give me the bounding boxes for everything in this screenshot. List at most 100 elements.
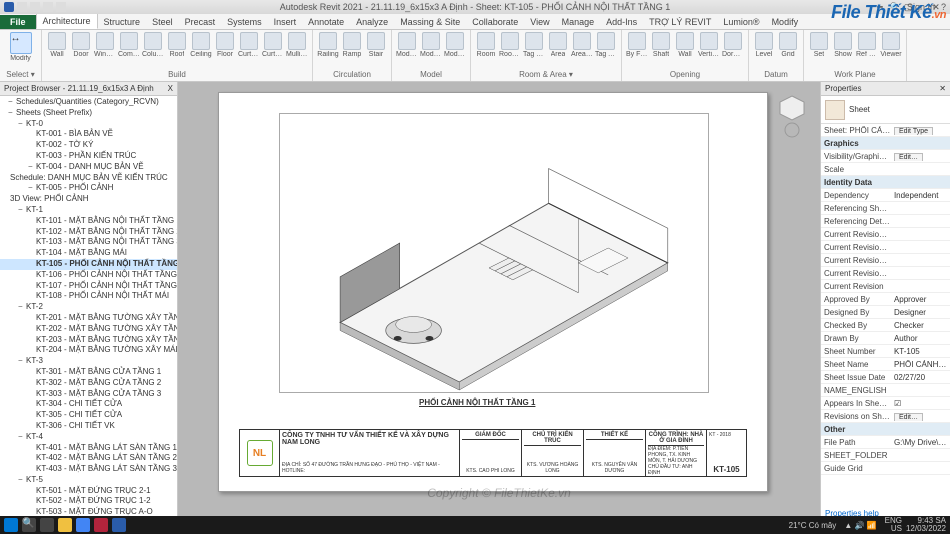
ribbon-level[interactable]: Level [753,32,775,58]
view-cube[interactable] [776,92,808,140]
search-icon[interactable]: 🔍 [22,518,36,532]
prop-row[interactable]: Scale [821,163,950,176]
tree-node[interactable]: KT-108 - PHỐI CẢNH NỘI THẤT MÁI [0,291,177,302]
tab-massing-site[interactable]: Massing & Site [394,15,466,29]
ribbon-curtain-system[interactable]: Curtain System [238,32,260,58]
tree-node[interactable]: −KT-5 [0,475,177,486]
qat-redo-icon[interactable] [56,2,66,12]
ribbon-model-text[interactable]: Model Text [396,32,418,58]
tab-precast[interactable]: Precast [179,15,222,29]
tree-node[interactable]: KT-501 - MẶT ĐỨNG TRỤC 2-1 [0,486,177,497]
app-autocad[interactable] [94,518,108,532]
tree-node[interactable]: −KT-2 [0,302,177,313]
prop-row[interactable]: Current Revision [821,280,950,293]
weather-widget[interactable]: 21°C Có mây [789,521,837,530]
tree-node[interactable]: KT-302 - MẶT BẰNG CỬA TẦNG 2 [0,378,177,389]
start-button[interactable] [4,518,18,532]
tree-node[interactable]: KT-403 - MẶT BẰNG LÁT SÀN TẦNG 3 [0,464,177,475]
close-button[interactable]: ✕ [922,0,950,14]
element-kind[interactable]: Sheet [849,105,870,114]
ribbon-model-group[interactable]: Model Group [444,32,466,58]
edit-button[interactable]: Edit… [894,413,923,421]
prop-row[interactable]: Appears In She…☑ [821,397,950,410]
prop-section-header[interactable]: Graphics [821,137,950,150]
viewport-3d[interactable] [279,113,709,393]
qat-save-icon[interactable] [30,2,40,12]
prop-row[interactable]: Sheet NamePHỐI CẢNH NỘ… [821,358,950,371]
ribbon-window[interactable]: Window [94,32,116,58]
prop-section-header[interactable]: Identity Data [821,176,950,189]
windows-taskbar[interactable]: 🔍 21°C Có mây ▲ 🔊 📶 ENG US 9:43 SA 12/03… [0,516,950,534]
tab-view[interactable]: View [524,15,555,29]
prop-row[interactable]: DependencyIndependent [821,189,950,202]
prop-row[interactable]: Drawn ByAuthor [821,332,950,345]
tab-annotate[interactable]: Annotate [302,15,350,29]
ribbon-area[interactable]: Area [547,32,569,58]
tree-node[interactable]: KT-104 - MẶT BẰNG MÁI [0,248,177,259]
tray-lang[interactable]: ENG US [885,517,902,533]
tree-node[interactable]: −KT-005 - PHỐI CẢNH [0,183,177,194]
tree-node[interactable]: KT-002 - TỜ KÝ [0,140,177,151]
tree-node[interactable]: KT-203 - MẶT BẰNG TƯỜNG XÂY TẦNG 3 [0,335,177,346]
tree-node[interactable]: KT-305 - CHI TIẾT CỬA [0,410,177,421]
project-browser-close[interactable]: X [168,84,173,93]
tree-node[interactable]: −KT-004 - DANH MỤC BẢN VẼ [0,162,177,173]
tree-node[interactable]: −Sheets (Sheet Prefix) [0,108,177,119]
prop-row[interactable]: Current Revisio… [821,228,950,241]
ribbon-railing[interactable]: Railing [317,32,339,58]
ribbon-curtain-grid[interactable]: Curtain Grid [262,32,284,58]
tree-node[interactable]: −KT-1 [0,205,177,216]
tree-node[interactable]: KT-001 - BÌA BẢN VẼ [0,129,177,140]
tree-node[interactable]: −Schedules/Quantities (Category_RCVN) [0,97,177,108]
tab-manage[interactable]: Manage [556,15,601,29]
ribbon-wall[interactable]: Wall [46,32,68,58]
prop-row[interactable]: Guide Grid [821,462,950,475]
tree-node[interactable]: KT-103 - MẶT BẰNG NỘI THẤT TẦNG 3 [0,237,177,248]
tab-tr-l-revit[interactable]: TRỢ LÝ REVIT [643,15,717,29]
edit-type-button[interactable]: Edit Type [894,127,933,135]
prop-row[interactable]: Checked ByChecker [821,319,950,332]
ribbon-shaft[interactable]: Shaft [650,32,672,58]
tree-node[interactable]: KT-402 - MẶT BẰNG LÁT SÀN TẦNG 2 [0,453,177,464]
prop-row[interactable]: NAME_ENGLISH [821,384,950,397]
prop-row[interactable]: Designed ByDesigner [821,306,950,319]
prop-section-header[interactable]: Other [821,423,950,436]
ribbon-component[interactable]: Component [118,32,140,58]
tree-node[interactable]: KT-101 - MẶT BẰNG NỘI THẤT TẦNG 1 [0,216,177,227]
drawing-canvas[interactable]: PHỐI CẢNH NỘI THẤT TẦNG 1 NL CÔNG TY TNH… [178,82,820,520]
app-revit[interactable] [112,518,126,532]
tree-node[interactable]: 3D View: PHỐI CẢNH [0,194,177,205]
tree-node[interactable]: KT-303 - MẶT BẰNG CỬA TẦNG 3 [0,389,177,400]
tree-node[interactable]: KT-107 - PHỐI CẢNH NỘI THẤT TẦNG 3 [0,281,177,292]
ribbon-tag-room[interactable]: Tag Room [523,32,545,58]
ribbon-ceiling[interactable]: Ceiling [190,32,212,58]
tab-collaborate[interactable]: Collaborate [466,15,524,29]
tree-node[interactable]: KT-301 - MẶT BẰNG CỬA TẦNG 1 [0,367,177,378]
ribbon-area-boundary[interactable]: Area Boundary [571,32,593,58]
tree-node[interactable]: Schedule: DANH MỤC BẢN VẼ KIẾN TRÚC [0,173,177,184]
tree-node[interactable]: KT-201 - MẶT BẰNG TƯỜNG XÂY TẦNG 1 [0,313,177,324]
tree-node[interactable]: KT-304 - CHI TIẾT CỬA [0,399,177,410]
minimize-button[interactable]: ━ [866,0,894,14]
prop-row[interactable]: File PathG:\My Drive\3… [821,436,950,449]
task-view-icon[interactable] [40,518,54,532]
ribbon-show[interactable]: Show [832,32,854,58]
ribbon-ref-plane[interactable]: Ref Plane [856,32,878,58]
ribbon-by-face[interactable]: By Face [626,32,648,58]
edit-button[interactable]: Edit… [894,153,923,161]
tree-node[interactable]: KT-306 - CHI TIẾT VK [0,421,177,432]
ribbon-vertical[interactable]: Vertical [698,32,720,58]
ribbon-model-line[interactable]: Model Line [420,32,442,58]
modify-button[interactable]: ↔Modify [4,32,37,62]
tab-systems[interactable]: Systems [221,15,268,29]
prop-row[interactable]: Referencing Det… [821,215,950,228]
tree-node[interactable]: −KT-4 [0,432,177,443]
app-explorer[interactable] [58,518,72,532]
prop-row[interactable]: Revisions on Sh…Edit… [821,410,950,423]
tab-add-ins[interactable]: Add-Ins [600,15,643,29]
group-select[interactable]: Select ▾ [4,69,37,81]
tree-node[interactable]: KT-105 - PHỐI CẢNH NỘI THẤT TẦNG 1 [0,259,177,270]
prop-row[interactable]: Current Revisio… [821,254,950,267]
tab-structure[interactable]: Structure [98,15,147,29]
ribbon-ramp[interactable]: Ramp [341,32,363,58]
